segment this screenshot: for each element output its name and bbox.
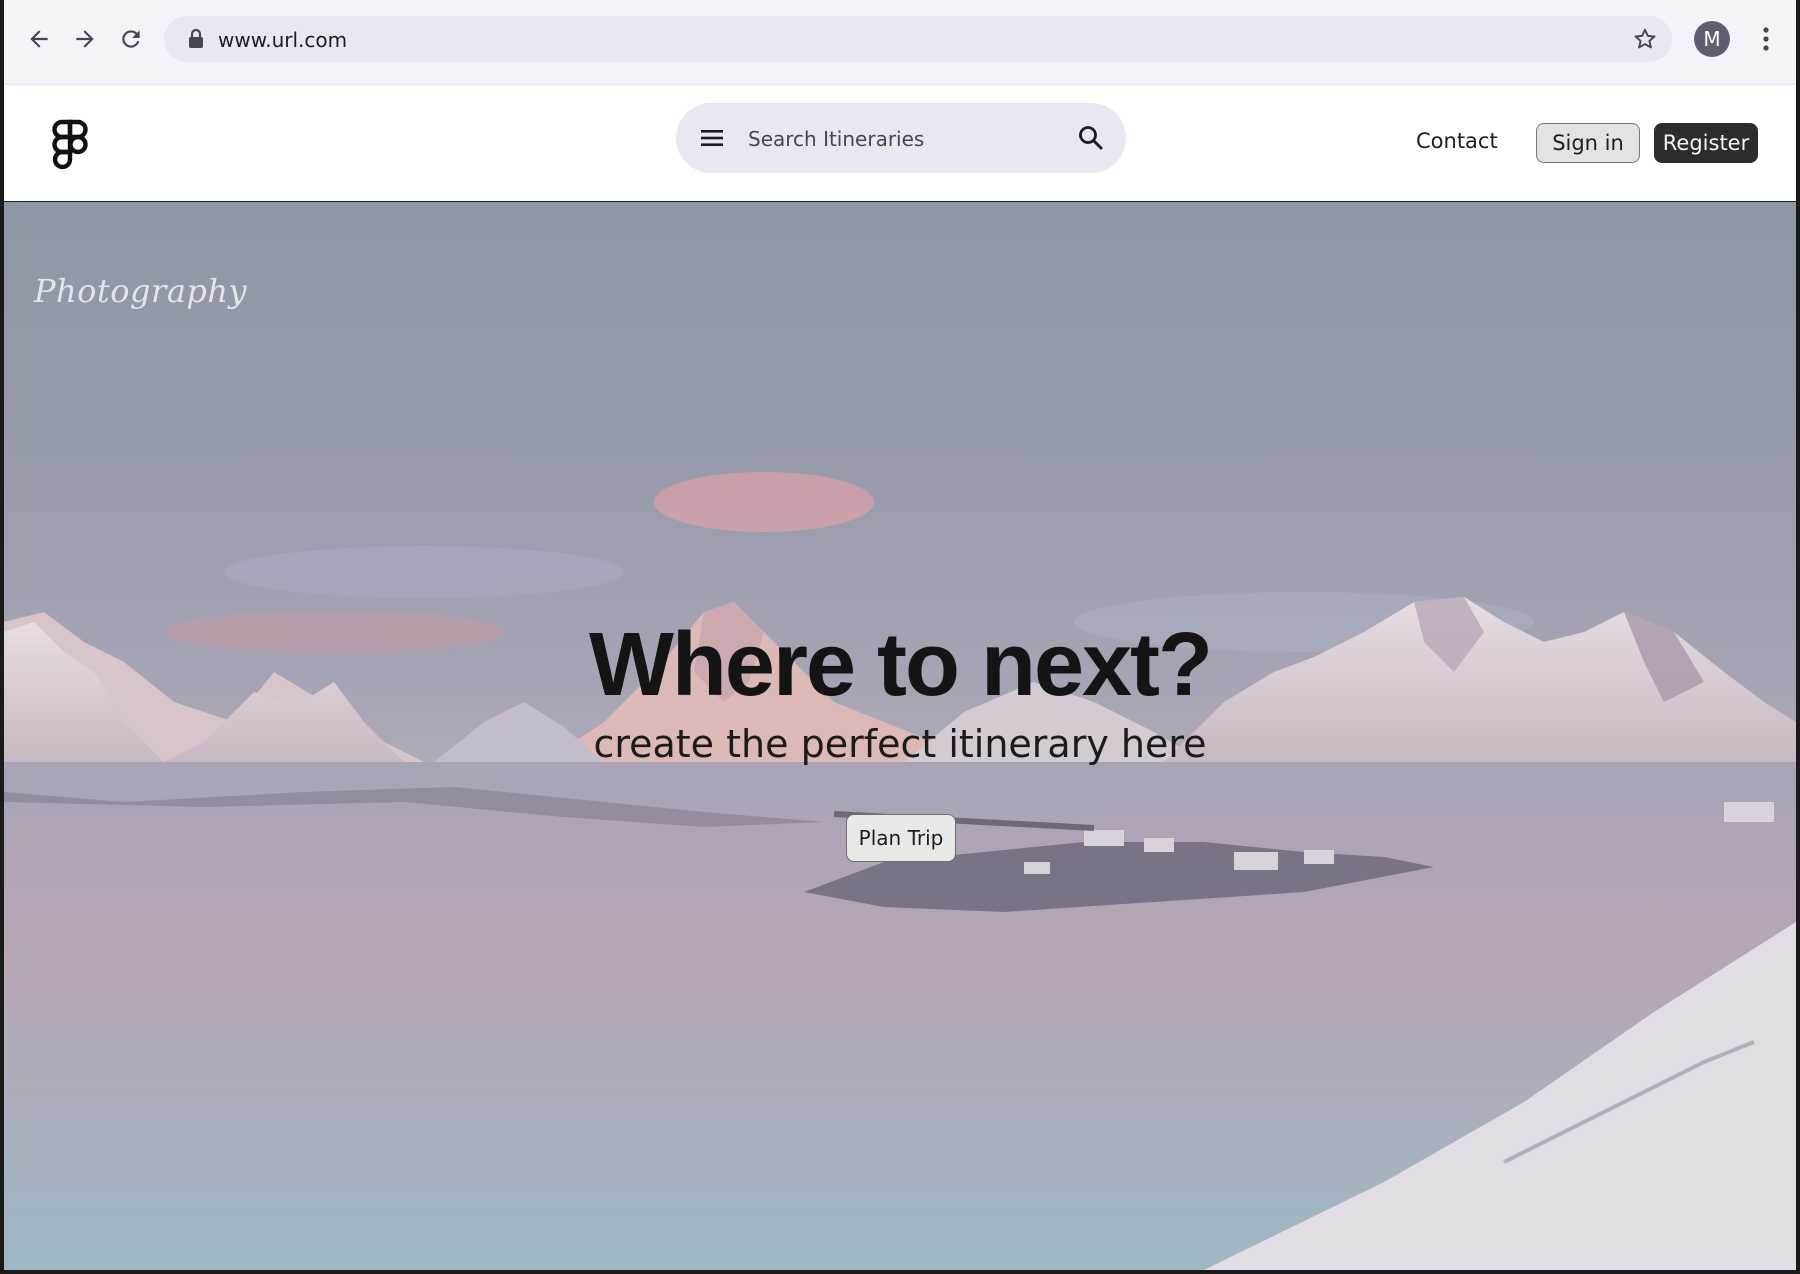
- frame-border-right: [1796, 0, 1800, 1274]
- reload-button[interactable]: [112, 20, 150, 58]
- search-icon[interactable]: [1076, 123, 1106, 153]
- url-text[interactable]: www.url.com: [218, 28, 347, 52]
- browser-toolbar: www.url.com M: [4, 0, 1796, 85]
- hero-section: Photography Where to next? create the pe…: [4, 202, 1796, 1270]
- search-bar[interactable]: [676, 103, 1126, 173]
- site-header: Contact Sign in Register: [4, 85, 1796, 201]
- frame-border-left: [0, 0, 4, 1274]
- contact-link[interactable]: Contact: [1416, 129, 1498, 153]
- back-arrow-icon: [30, 30, 48, 48]
- frame-border-bottom: [0, 1270, 1800, 1274]
- register-button[interactable]: Register: [1654, 123, 1758, 163]
- forward-arrow-icon: [76, 30, 94, 48]
- profile-avatar[interactable]: M: [1694, 21, 1730, 57]
- address-bar[interactable]: www.url.com: [164, 16, 1672, 62]
- search-input[interactable]: [746, 121, 1050, 157]
- back-button[interactable]: [20, 20, 58, 58]
- forward-button[interactable]: [66, 20, 104, 58]
- reload-icon: [122, 30, 140, 48]
- logo-icon[interactable]: [50, 119, 90, 171]
- more-vert-icon[interactable]: [1752, 22, 1780, 56]
- sign-in-button[interactable]: Sign in: [1536, 123, 1640, 163]
- plan-trip-button[interactable]: Plan Trip: [846, 814, 956, 862]
- lock-icon: [189, 28, 203, 48]
- hero-title: Where to next?: [588, 615, 1213, 715]
- hero-subtitle: create the perfect itinerary here: [593, 722, 1207, 766]
- hamburger-menu-icon[interactable]: [698, 125, 726, 151]
- bookmark-star-icon[interactable]: [1632, 26, 1658, 52]
- photo-watermark: Photography: [34, 272, 248, 310]
